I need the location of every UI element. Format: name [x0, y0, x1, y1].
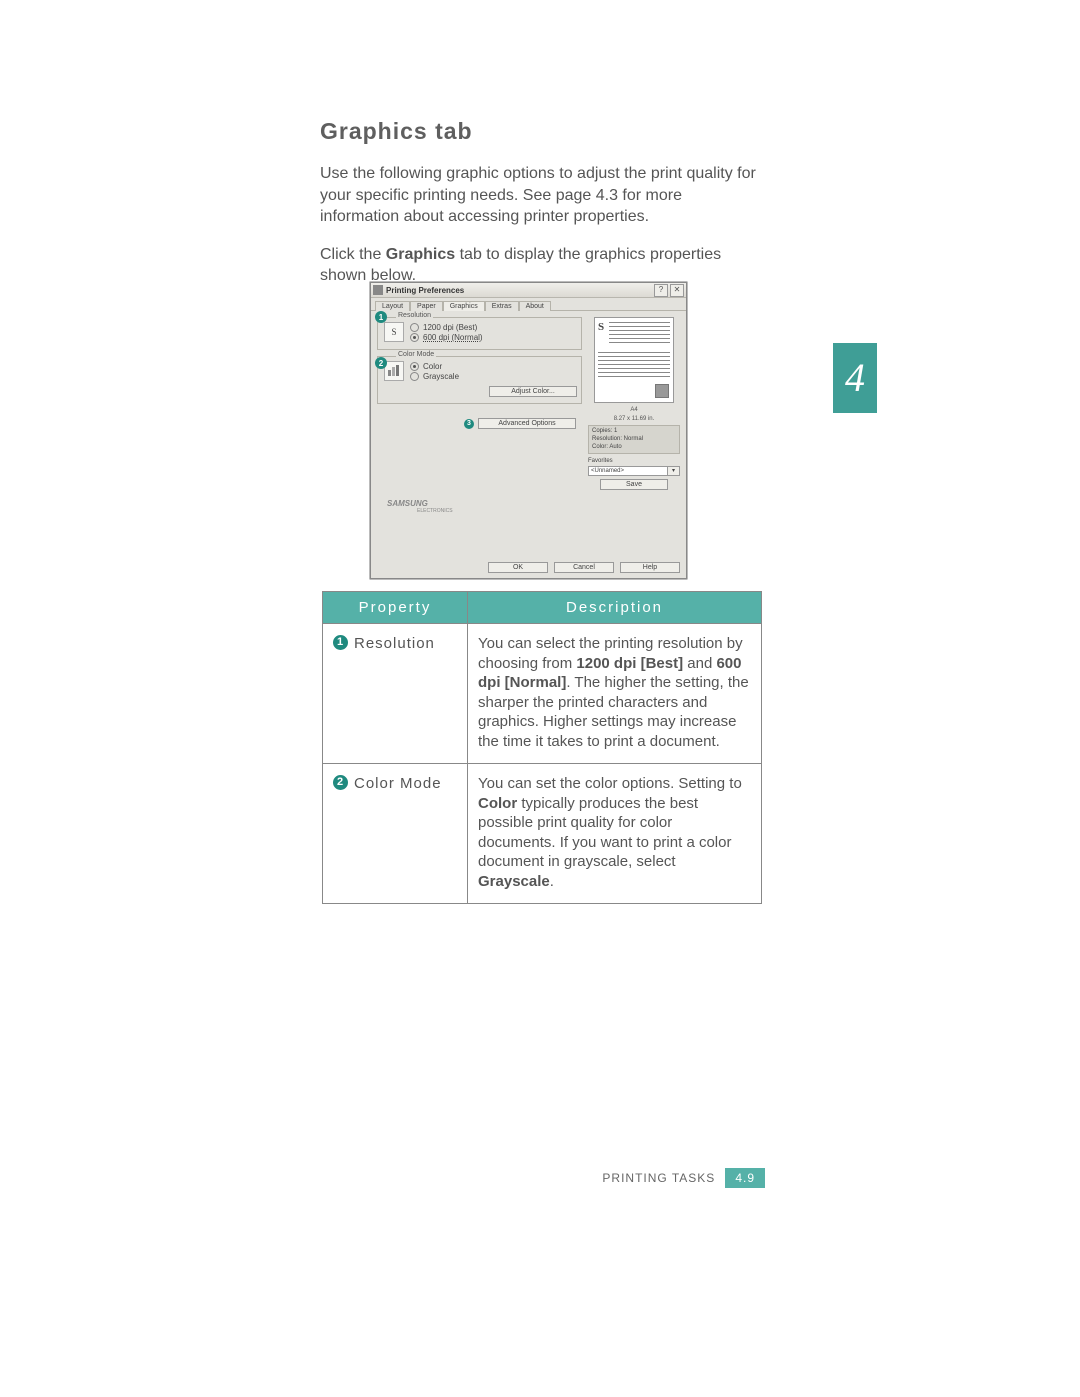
printing-preferences-dialog: 1 2 Printing Preferences ? ✕ Layout Pape…: [370, 282, 687, 579]
preview-s-letter: S: [598, 321, 604, 333]
status-resolution: Resolution: Normal: [592, 436, 676, 444]
titlebar-help-button[interactable]: ?: [654, 284, 668, 297]
tab-layout[interactable]: Layout: [375, 301, 410, 311]
chevron-down-icon: ▾: [668, 466, 680, 476]
preview-paper-label: A4: [588, 407, 680, 413]
advanced-options-button[interactable]: Advanced Options: [478, 418, 576, 429]
radio-label-600: 600 dpi (Normal): [423, 333, 483, 342]
tab-paper[interactable]: Paper: [410, 301, 443, 311]
color-mode-legend: Color Mode: [396, 351, 436, 358]
status-block: Copies: 1 Resolution: Normal Color: Auto: [588, 425, 680, 454]
save-button[interactable]: Save: [600, 479, 668, 490]
dialog-main: Resolution S 1200 dpi (Best) 600: [371, 311, 686, 558]
radio-600dpi[interactable]: 600 dpi (Normal): [410, 333, 483, 342]
titlebar-close-button[interactable]: ✕: [670, 284, 684, 297]
radio-1200dpi[interactable]: 1200 dpi (Best): [410, 323, 483, 332]
ok-button[interactable]: OK: [488, 562, 548, 573]
favorites-label: Favorites: [588, 458, 680, 464]
favorites-value: <Unnamed>: [588, 466, 668, 476]
document-page: Graphics tab Use the following graphic o…: [0, 0, 1080, 1397]
help-button[interactable]: Help: [620, 562, 680, 573]
resolution-legend: Resolution: [396, 312, 433, 319]
preview-image-icon: [655, 384, 669, 398]
radio-icon: [410, 362, 419, 371]
property-table: Property Description 1 Resolution You can …: [322, 591, 762, 904]
intro-p2-bold: Graphics: [386, 246, 455, 263]
dialog-body: Layout Paper Graphics Extras About Resol…: [371, 298, 686, 579]
color-mode-icon: [384, 361, 404, 381]
resolution-group: Resolution S 1200 dpi (Best) 600: [377, 317, 582, 350]
radio-label-grayscale: Grayscale: [423, 372, 459, 381]
radio-label-color: Color: [423, 362, 442, 371]
color-mode-group: Color Mode Color: [377, 356, 582, 404]
table-row: 1 Resolution You can select the printing r…: [323, 624, 762, 764]
preview-dims-label: 8.27 x 11.69 in.: [588, 416, 680, 422]
callout-2: 2: [375, 357, 387, 369]
table-header-description: Description: [468, 592, 762, 624]
cancel-button[interactable]: Cancel: [554, 562, 614, 573]
radio-icon: [410, 323, 419, 332]
intro-paragraph-1: Use the following graphic options to adj…: [320, 163, 765, 228]
dialog-left-panel: Resolution S 1200 dpi (Best) 600: [377, 317, 582, 556]
footer-page-number: 4.9: [725, 1168, 765, 1188]
radio-color[interactable]: Color: [410, 362, 459, 371]
dialog-footer: OK Cancel Help: [371, 558, 686, 579]
printer-icon: [373, 285, 383, 295]
callout-1: 1: [375, 311, 387, 323]
description-cell: You can set the color options. Setting t…: [468, 764, 762, 904]
intro-p2-pre: Click the: [320, 246, 386, 263]
tab-graphics[interactable]: Graphics: [443, 301, 485, 311]
tab-extras[interactable]: Extras: [485, 301, 519, 311]
table-row: 2 Color Mode You can set the color options…: [323, 764, 762, 904]
callout-3: 3: [464, 419, 474, 429]
radio-grayscale[interactable]: Grayscale: [410, 372, 459, 381]
table-header-row: Property Description: [323, 592, 762, 624]
radio-label-1200: 1200 dpi (Best): [423, 323, 477, 332]
page-footer: PRINTING TASKS 4.9: [320, 1168, 765, 1188]
content-column: Graphics tab Use the following graphic o…: [320, 118, 765, 303]
status-copies: Copies: 1: [592, 428, 676, 436]
adjust-color-button[interactable]: Adjust Color...: [489, 386, 577, 397]
tab-about[interactable]: About: [519, 301, 551, 311]
property-name: Resolution: [354, 634, 435, 654]
dialog-tabs: Layout Paper Graphics Extras About: [371, 298, 686, 311]
favorites-select[interactable]: <Unnamed> ▾: [588, 466, 680, 476]
radio-icon: [410, 333, 419, 342]
section-heading: Graphics tab: [320, 118, 765, 145]
resolution-icon: S: [384, 322, 404, 342]
property-name: Color Mode: [354, 774, 442, 794]
chapter-side-tab: 4: [833, 343, 877, 413]
advanced-options-row: 3 Advanced Options: [377, 418, 582, 429]
property-cell: 1 Resolution: [323, 624, 468, 764]
dialog-title: Printing Preferences: [386, 286, 464, 295]
number-badge: 1: [333, 635, 348, 650]
description-cell: You can select the printing resolution b…: [468, 624, 762, 764]
footer-section-label: PRINTING TASKS: [602, 1171, 715, 1185]
property-cell: 2 Color Mode: [323, 764, 468, 904]
brand-logo: SAMSUNG ELECTRONICS: [377, 499, 582, 557]
status-color: Color: Auto: [592, 444, 676, 452]
table-header-property: Property: [323, 592, 468, 624]
intro-paragraph-2: Click the Graphics tab to display the gr…: [320, 244, 765, 287]
radio-icon: [410, 372, 419, 381]
dialog-right-panel: S A4 8.27 x 11.69 in. Copies: 1 Resoluti…: [588, 317, 680, 556]
number-badge: 2: [333, 775, 348, 790]
dialog-titlebar: Printing Preferences ? ✕: [371, 283, 686, 298]
page-preview: S: [594, 317, 674, 403]
